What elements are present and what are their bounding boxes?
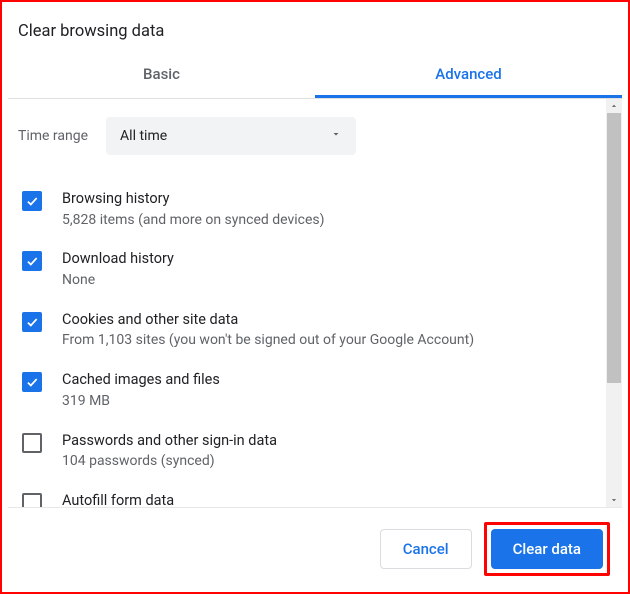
option-text: Download history None xyxy=(62,249,592,289)
clear-browsing-data-dialog: Clear browsing data Basic Advanced Time … xyxy=(8,8,622,586)
clear-data-highlight: Clear data xyxy=(484,522,610,576)
option-autofill: Autofill form data xyxy=(18,481,592,507)
cancel-button[interactable]: Cancel xyxy=(380,529,472,569)
option-title: Passwords and other sign-in data xyxy=(62,431,592,451)
option-cache: Cached images and files 319 MB xyxy=(18,360,592,420)
dialog-body: Time range All time Browsing history xyxy=(8,99,622,507)
option-text: Passwords and other sign-in data 104 pas… xyxy=(62,431,592,471)
option-sub: From 1,103 sites (you won't be signed ou… xyxy=(62,331,592,350)
option-title: Cached images and files xyxy=(62,370,592,390)
chevron-down-icon xyxy=(330,128,342,144)
checkbox-browsing-history[interactable] xyxy=(22,191,42,211)
scrollbar-thumb[interactable] xyxy=(607,113,621,383)
checkbox-autofill[interactable] xyxy=(22,493,42,507)
clear-data-button[interactable]: Clear data xyxy=(491,529,603,569)
option-title: Cookies and other site data xyxy=(62,310,592,330)
check-icon xyxy=(25,375,39,389)
check-icon xyxy=(25,254,39,268)
checkbox-download-history[interactable] xyxy=(22,251,42,271)
option-title: Autofill form data xyxy=(62,491,592,507)
checkbox-cookies[interactable] xyxy=(22,312,42,332)
option-title: Download history xyxy=(62,249,592,269)
dialog-footer: Cancel Clear data xyxy=(8,507,622,586)
scroll-down-icon[interactable] xyxy=(606,493,622,507)
option-text: Cached images and files 319 MB xyxy=(62,370,592,410)
time-range-row: Time range All time xyxy=(18,117,592,155)
option-text: Cookies and other site data From 1,103 s… xyxy=(62,310,592,350)
option-download-history: Download history None xyxy=(18,239,592,299)
option-text: Autofill form data xyxy=(62,491,592,507)
option-title: Browsing history xyxy=(62,189,592,209)
check-icon xyxy=(25,315,39,329)
time-range-value: All time xyxy=(120,128,167,144)
scrollbar[interactable] xyxy=(606,99,622,507)
option-text: Browsing history 5,828 items (and more o… xyxy=(62,189,592,229)
option-sub: 104 passwords (synced) xyxy=(62,452,592,471)
tabs: Basic Advanced xyxy=(8,55,622,99)
option-cookies: Cookies and other site data From 1,103 s… xyxy=(18,300,592,360)
option-sub: 5,828 items (and more on synced devices) xyxy=(62,211,592,230)
option-passwords: Passwords and other sign-in data 104 pas… xyxy=(18,421,592,481)
check-icon xyxy=(25,194,39,208)
screenshot-frame: Clear browsing data Basic Advanced Time … xyxy=(0,0,630,594)
dialog-title: Clear browsing data xyxy=(8,8,622,55)
tab-advanced[interactable]: Advanced xyxy=(315,55,622,98)
checkbox-cache[interactable] xyxy=(22,372,42,392)
checkbox-passwords[interactable] xyxy=(22,433,42,453)
time-range-select[interactable]: All time xyxy=(106,117,356,155)
tab-basic[interactable]: Basic xyxy=(8,55,315,98)
option-sub: 319 MB xyxy=(62,392,592,411)
scroll-up-icon[interactable] xyxy=(606,99,622,113)
option-sub: None xyxy=(62,271,592,290)
time-range-label: Time range xyxy=(18,128,88,144)
scroll-area: Time range All time Browsing history xyxy=(8,99,606,507)
option-browsing-history: Browsing history 5,828 items (and more o… xyxy=(18,179,592,239)
